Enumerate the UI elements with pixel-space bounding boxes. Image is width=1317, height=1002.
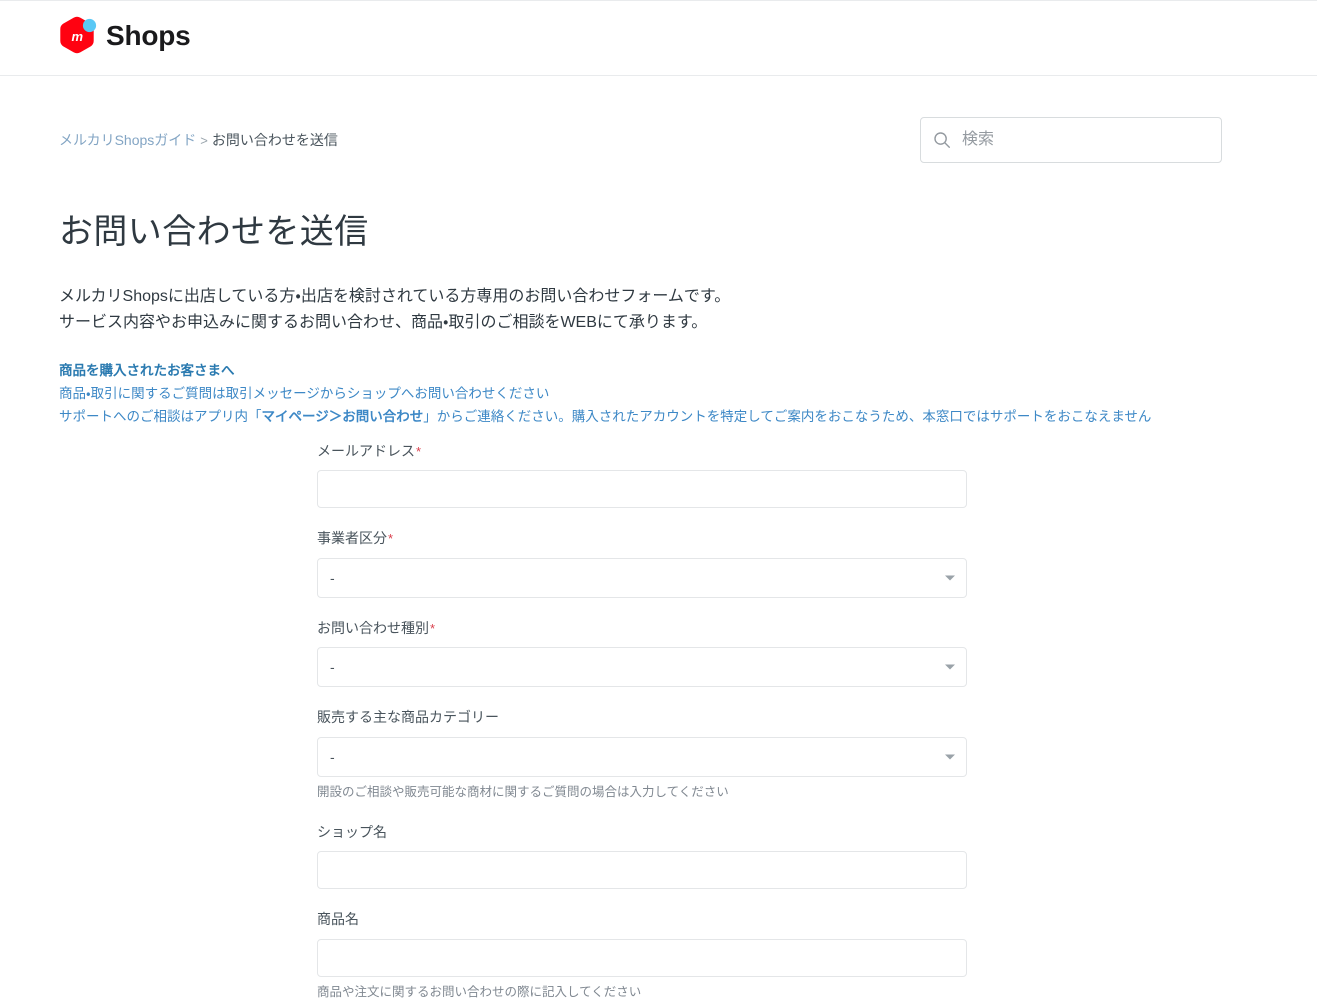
intro-line-2: サービス内容やお申込みに関するお問い合わせ、商品・取引のご相談をWEBにて承りま… — [59, 314, 708, 332]
field-label-text: 事業者区分 — [317, 530, 387, 547]
notice-line-2-emphasis: マイページ＞お問い合わせ — [261, 409, 424, 425]
product-name-field[interactable] — [317, 938, 967, 977]
inquiry-type-selected-value: - — [330, 659, 335, 676]
brand-logo-link[interactable]: m Shops — [59, 15, 191, 57]
page-body: メルカリShopsガイド>お問い合わせを送信 お問い合わせを送信 メルカリSho… — [0, 76, 1317, 1002]
breadcrumb-root-link[interactable]: メルカリShopsガイド — [59, 132, 196, 148]
field-product-name: 商品名 商品や注文に関するお問い合わせの際に記入してください — [317, 910, 1317, 1001]
notice-line-1: 商品・取引に関するご質問は取引メッセージからショップへお問い合わせください — [59, 386, 550, 402]
site-header: m Shops — [0, 1, 1317, 76]
required-marker: * — [416, 443, 422, 459]
mercari-hexagon-logo-icon: m — [59, 15, 99, 57]
search-box[interactable] — [920, 117, 1222, 163]
help-text-product-category: 開設のご相談や販売可能な商材に関するご質問の場合は入力してください — [317, 785, 729, 800]
business-type-selected-value: - — [330, 569, 335, 586]
shop-name-field[interactable] — [317, 851, 967, 890]
field-label-text: お問い合わせ種別 — [317, 619, 429, 636]
field-business-type: 事業者区分* - — [317, 529, 1317, 598]
buyer-notice: 商品を購入されたお客さまへ 商品・取引に関するご質問は取引メッセージからショップ… — [59, 336, 1317, 429]
breadcrumb: メルカリShopsガイド > お問い合わせを送信 — [59, 132, 338, 149]
field-label-product-name: 商品名 — [317, 910, 1317, 930]
article: お問い合わせを送信 メルカリShopsに出店している方・出店を検討されている方専… — [0, 176, 1317, 1002]
field-label-text: 販売する主な商品カテゴリー — [317, 709, 499, 726]
field-label-text: メールアドレス — [317, 442, 415, 459]
field-product-category: 販売する主な商品カテゴリー - 開設のご相談や販売可能な商材に関するご質問の場合… — [317, 708, 1317, 801]
product-category-select-wrap: - — [317, 737, 967, 778]
breadcrumb-separator: > — [200, 133, 208, 148]
inquiry-type-select[interactable]: - — [317, 647, 967, 688]
field-shop-name: ショップ名 — [317, 823, 1317, 890]
required-marker: * — [430, 620, 436, 636]
breadcrumb-current: お問い合わせを送信 — [211, 132, 338, 148]
field-label-text: 商品名 — [317, 911, 359, 928]
field-label-product-category: 販売する主な商品カテゴリー — [317, 708, 1317, 728]
field-label-business-type: 事業者区分* — [317, 529, 1317, 549]
required-marker: * — [388, 531, 394, 547]
intro-line-1: メルカリShopsに出店している方・出店を検討されている方専用のお問い合わせフォ… — [59, 288, 731, 306]
svg-text:m: m — [72, 29, 84, 44]
business-type-select[interactable]: - — [317, 557, 967, 598]
notice-heading: 商品を購入されたお客さまへ — [59, 363, 235, 378]
field-email: メールアドレス* — [317, 442, 1317, 509]
topbar: メルカリShopsガイド > お問い合わせを送信 — [0, 76, 1317, 176]
search-container — [920, 117, 1222, 163]
contact-form: メールアドレス* 事業者区分* - お問い合わせ種別* - 販売する主な商品カテ… — [59, 442, 1317, 1002]
inquiry-type-select-wrap: - — [317, 647, 967, 688]
field-label-inquiry-type: お問い合わせ種別* — [317, 619, 1317, 639]
page-title: お問い合わせを送信 — [59, 213, 369, 251]
intro-paragraph: メルカリShopsに出店している方・出店を検討されている方専用のお問い合わせフォ… — [59, 254, 1317, 336]
brand-name: Shops — [106, 20, 191, 51]
help-text-product-name: 商品や注文に関するお問い合わせの際に記入してください — [317, 984, 642, 999]
field-inquiry-type: お問い合わせ種別* - — [317, 619, 1317, 688]
field-label-shop-name: ショップ名 — [317, 823, 1317, 843]
notice-line-2-prefix: サポートへのご相談はアプリ内「 — [59, 409, 262, 425]
field-label-email: メールアドレス* — [317, 442, 1317, 462]
notice-line-2-suffix: 」からご連絡ください。購入されたアカウントを特定してご案内をおこなうため、本窓口… — [423, 409, 1152, 425]
search-icon — [933, 131, 951, 149]
field-label-text: ショップ名 — [317, 823, 387, 840]
business-type-select-wrap: - — [317, 557, 967, 598]
product-category-selected-value: - — [330, 749, 335, 766]
email-field[interactable] — [317, 470, 967, 509]
search-input[interactable] — [960, 130, 1209, 150]
product-category-select[interactable]: - — [317, 737, 967, 778]
notice-line-2: サポートへのご相談はアプリ内「マイページ＞お問い合わせ」からご連絡ください。購入… — [59, 405, 1317, 428]
